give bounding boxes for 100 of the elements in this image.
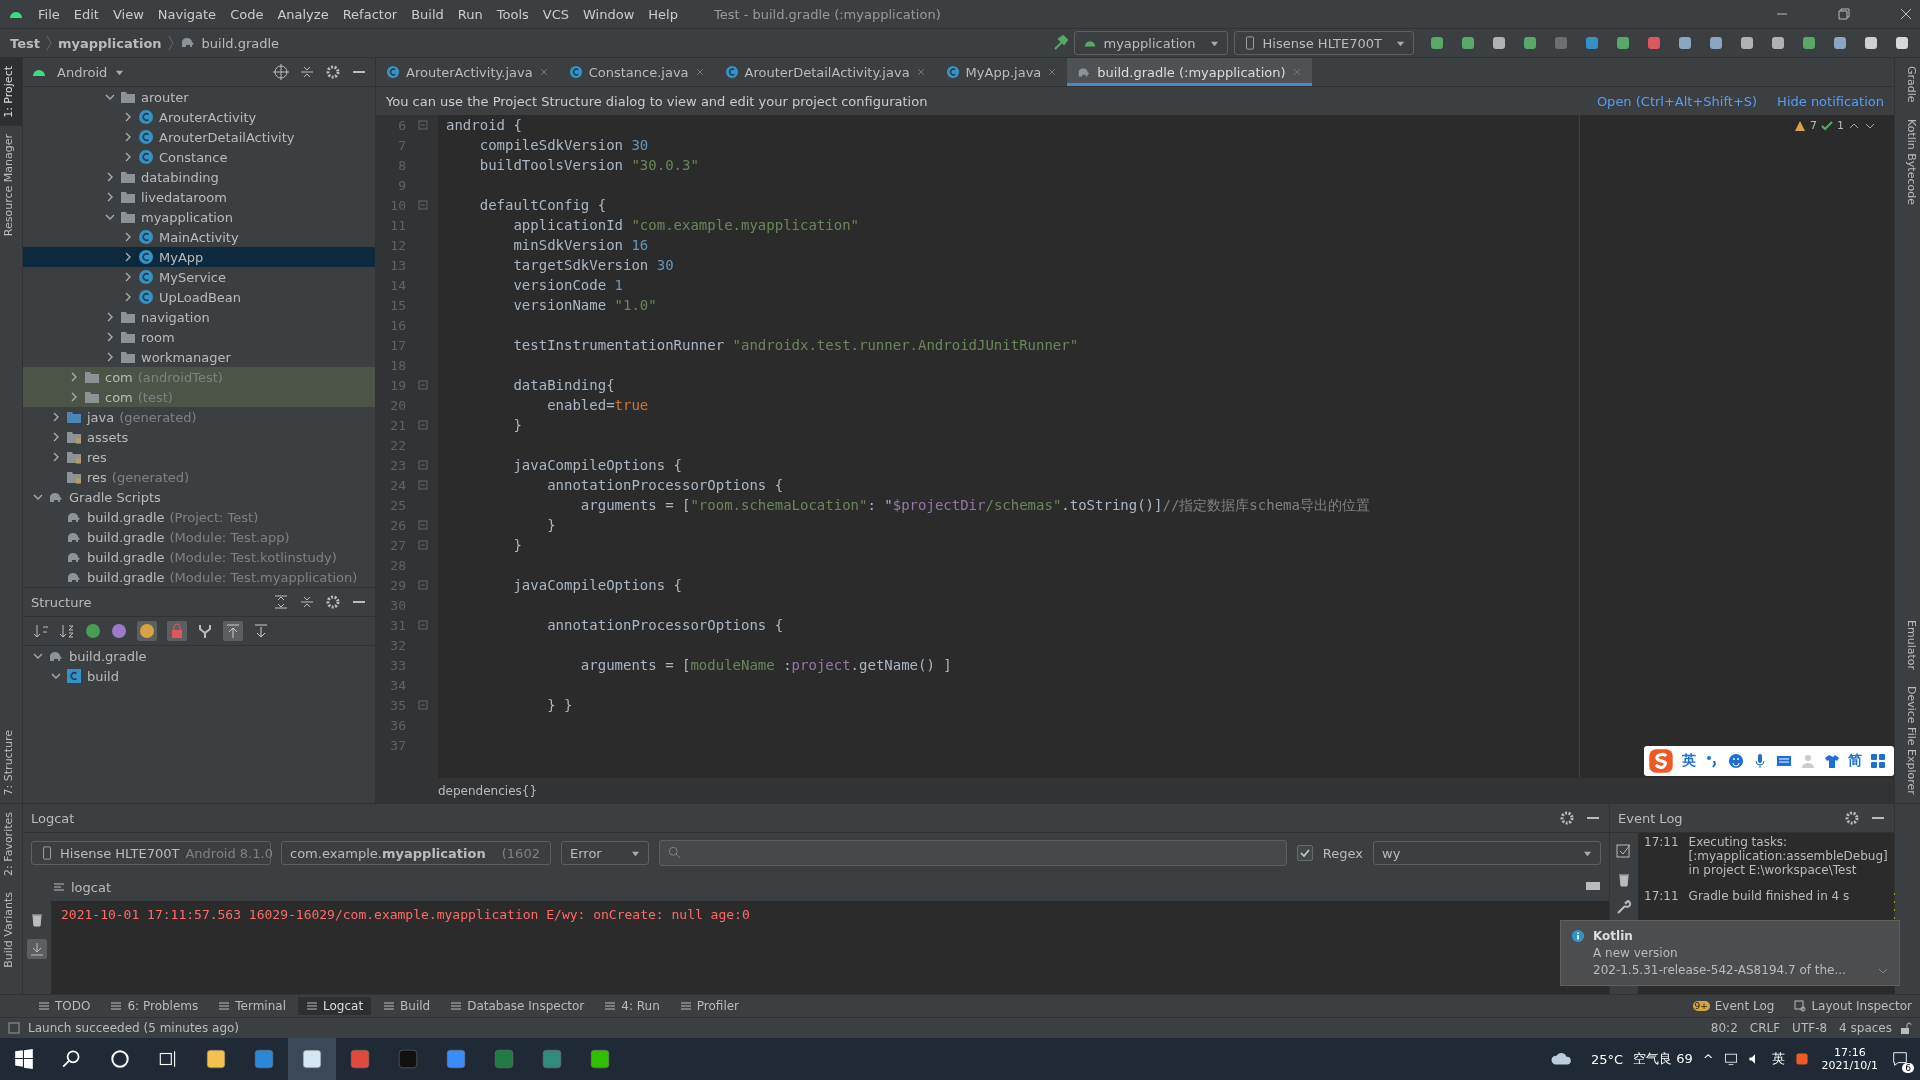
restore-icon[interactable] xyxy=(1838,8,1850,20)
chevron-icon[interactable] xyxy=(105,172,115,182)
tree-row[interactable]: MainActivity xyxy=(23,227,375,247)
editor-tab[interactable]: Constance.java xyxy=(558,58,715,86)
tool-window-button[interactable]: Database Inspector xyxy=(442,997,593,1015)
microphone-icon[interactable] xyxy=(1752,753,1768,769)
tree-row[interactable]: build.gradle xyxy=(23,646,375,666)
tool-window-button[interactable]: Logcat xyxy=(298,997,372,1015)
wrench-icon[interactable] xyxy=(1616,899,1632,915)
close-icon[interactable] xyxy=(1047,67,1058,77)
editor-tab[interactable]: ArouterActivity.java xyxy=(376,58,559,86)
chevron-icon[interactable] xyxy=(33,651,43,661)
menu-item[interactable]: Window xyxy=(583,6,635,22)
menu-item[interactable]: Help xyxy=(648,6,678,22)
menu-item[interactable]: Build xyxy=(411,6,444,22)
tool-window-button[interactable]: 6: Problems xyxy=(102,997,207,1015)
status-item[interactable]: UTF-8 xyxy=(1792,1021,1828,1035)
chevron-icon[interactable] xyxy=(123,152,133,162)
branch-icon[interactable] xyxy=(197,623,213,639)
tree-row[interactable]: com (androidTest) xyxy=(23,367,375,387)
tree-row[interactable]: build.gradle (Module: Test.myapplication) xyxy=(23,567,375,587)
tool-window-button[interactable]: 4: Run xyxy=(596,997,668,1015)
tree-row[interactable]: build.gradle (Module: Test.kotlinstudy) xyxy=(23,547,375,567)
smiley-icon[interactable] xyxy=(1728,753,1744,769)
check-icon[interactable] xyxy=(1821,119,1833,132)
editor-tab[interactable]: MyApp.java xyxy=(935,58,1068,86)
chevron-icon[interactable] xyxy=(105,352,115,362)
scroll-to-icon[interactable] xyxy=(223,621,243,641)
target-icon[interactable] xyxy=(273,64,289,80)
scroll-from-icon[interactable] xyxy=(253,623,269,639)
tree-row[interactable]: res xyxy=(23,447,375,467)
tree-row[interactable]: java (generated) xyxy=(23,407,375,427)
tree-row[interactable]: com (test) xyxy=(23,387,375,407)
tool-window-tab[interactable]: 1: Project xyxy=(0,58,22,126)
menu-item[interactable]: VCS xyxy=(542,6,570,22)
tree-row[interactable]: myapplication xyxy=(23,207,375,227)
tree-row[interactable]: Constance xyxy=(23,147,375,167)
shirt-icon[interactable] xyxy=(1824,753,1840,769)
settings-icon[interactable] xyxy=(1559,810,1575,826)
tree-row[interactable]: build.gradle (Module: Test.app) xyxy=(23,527,375,547)
ime-indicator[interactable]: 英 xyxy=(1766,1050,1790,1068)
chevron-icon[interactable] xyxy=(123,272,133,282)
run-configuration-dropdown[interactable]: myapplication xyxy=(1074,31,1228,55)
menu-item[interactable]: Edit xyxy=(73,6,99,22)
menu-item[interactable]: Analyze xyxy=(277,6,329,22)
tree-row[interactable]: MyService xyxy=(23,267,375,287)
menu-item[interactable]: View xyxy=(112,6,144,22)
process-dropdown[interactable]: com.example.myapplication (1602 xyxy=(281,841,551,865)
sort-icon[interactable] xyxy=(33,623,49,639)
tool-window-tab[interactable]: Resource Manager xyxy=(0,125,22,244)
editor-tab[interactable]: build.gradle (:myapplication) xyxy=(1067,58,1312,86)
settings-icon[interactable] xyxy=(1844,810,1860,826)
breadcrumb[interactable]: Test xyxy=(10,35,40,51)
menu-item[interactable]: Tools xyxy=(496,6,529,22)
checkbox-icon[interactable] xyxy=(1616,843,1632,859)
clock-time[interactable]: 17:16 xyxy=(1833,1046,1866,1059)
chevron-icon[interactable] xyxy=(123,112,133,122)
tool-window-button[interactable]: 9+ Event Log xyxy=(1684,997,1783,1015)
view-dropdown[interactable]: Android xyxy=(57,64,125,80)
tree-row[interactable]: ArouterActivity xyxy=(23,107,375,127)
weather-temperature[interactable]: 25°C xyxy=(1585,1051,1628,1067)
tree-row[interactable]: arouter xyxy=(23,87,375,107)
ime-mode[interactable]: 英 xyxy=(1682,752,1696,770)
chevron-icon[interactable] xyxy=(51,432,61,442)
tree-row[interactable]: assets xyxy=(23,427,375,447)
tool-window-tab[interactable]: 7: Structure xyxy=(0,721,22,803)
tree-row[interactable]: databinding xyxy=(23,167,375,187)
close-icon[interactable] xyxy=(1900,8,1912,20)
status-item[interactable]: 80:2 xyxy=(1710,1021,1738,1035)
tool-window-tab[interactable]: Build Variants xyxy=(0,883,22,976)
tree-row[interactable]: build xyxy=(23,666,375,686)
chevron-icon[interactable] xyxy=(123,232,133,242)
regex-checkbox[interactable] xyxy=(1296,845,1313,861)
notification-popup[interactable]: Kotlin A new version 202-1.5.31-release-542-AS8194.7 of the... xyxy=(1560,920,1900,986)
chevron-icon[interactable] xyxy=(123,132,133,142)
log-level-dropdown[interactable]: Error xyxy=(561,841,649,865)
logcat-tab[interactable]: logcat xyxy=(53,879,112,895)
tool-window-tab[interactable]: Gradle xyxy=(1895,58,1920,111)
inherited-icon[interactable] xyxy=(85,623,101,639)
tray-expand[interactable]: ^ xyxy=(1697,1051,1719,1067)
collapse-icon[interactable] xyxy=(299,594,315,610)
status-item[interactable]: CRLF xyxy=(1749,1021,1781,1035)
trash-icon[interactable] xyxy=(1616,871,1632,887)
chevron-icon[interactable] xyxy=(105,332,115,342)
tool-window-button[interactable]: Profiler xyxy=(671,997,748,1015)
panel-toggle-icon[interactable] xyxy=(8,1022,20,1034)
breadcrumb[interactable]: myapplication xyxy=(57,35,162,51)
tree-row[interactable]: ArouterDetailActivity xyxy=(23,127,375,147)
tree-row[interactable]: build.gradle (Project: Test) xyxy=(23,507,375,527)
chevron-icon[interactable] xyxy=(51,412,61,422)
property-icon[interactable] xyxy=(111,623,127,639)
notification-link[interactable]: Hide notification xyxy=(1777,93,1884,109)
tool-window-button[interactable]: Terminal xyxy=(210,997,294,1015)
tool-window-tab[interactable]: 2: Favorites xyxy=(0,804,22,884)
grid-icon[interactable] xyxy=(1870,753,1886,769)
ime-script[interactable]: 简 xyxy=(1848,752,1862,770)
close-icon[interactable] xyxy=(915,67,926,77)
close-icon[interactable] xyxy=(538,67,549,77)
chevron-icon[interactable] xyxy=(51,671,61,681)
air-quality[interactable]: 空气良 69 xyxy=(1628,1050,1698,1068)
